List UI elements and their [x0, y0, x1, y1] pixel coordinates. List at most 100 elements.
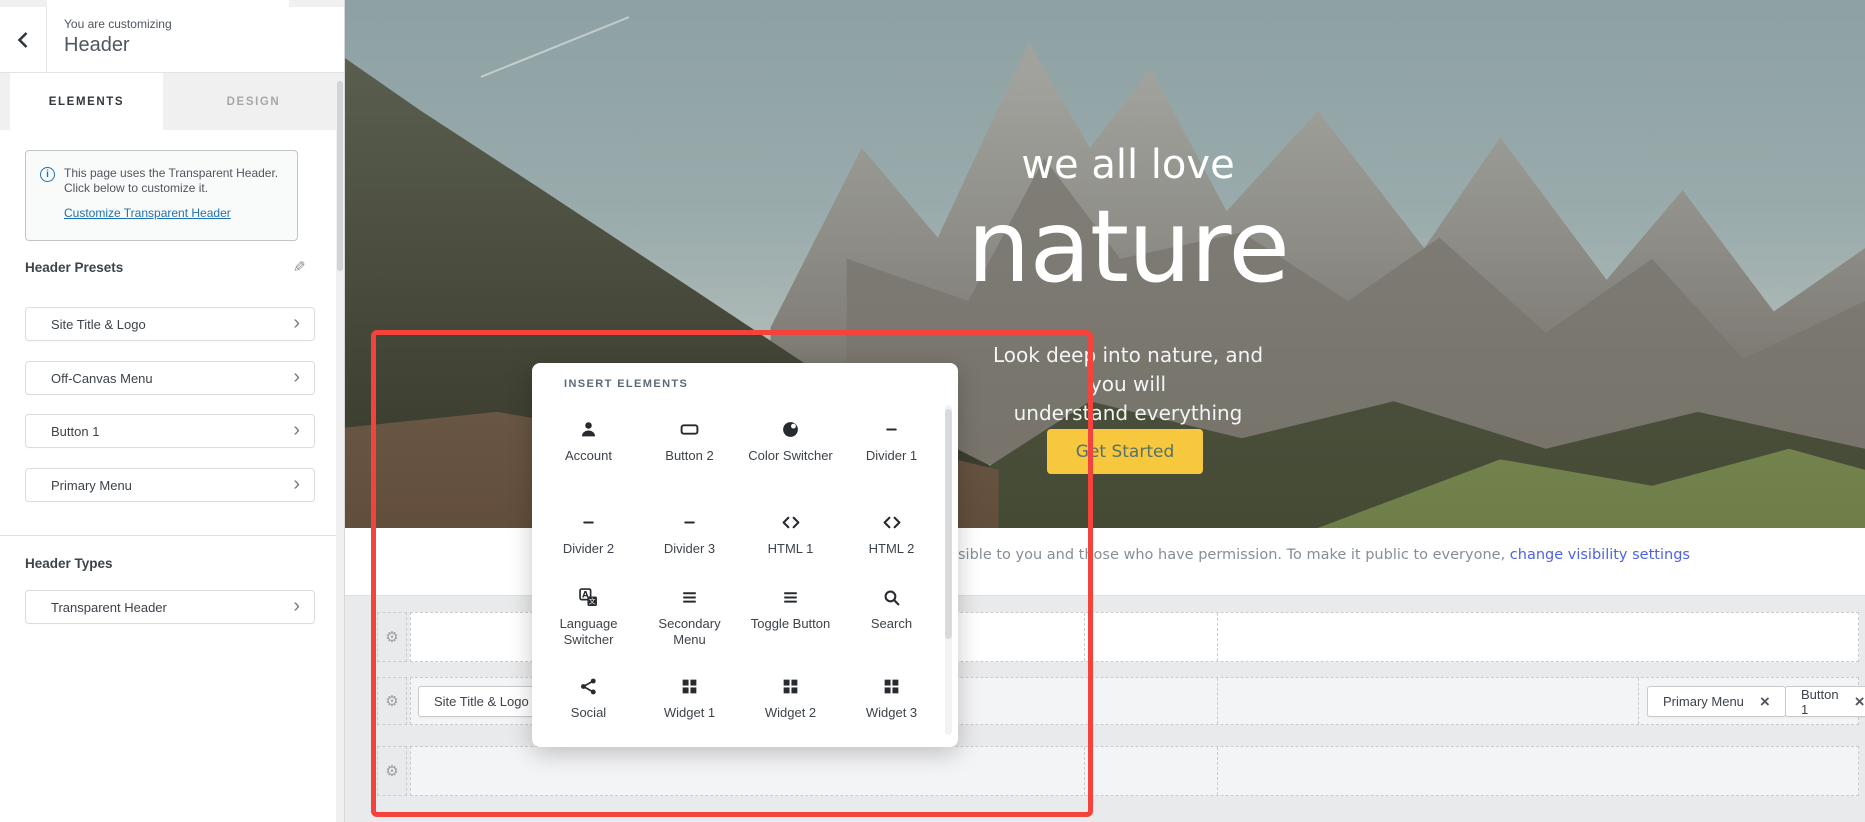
gear-icon: ⚙ — [385, 628, 398, 646]
preset-off-canvas-menu[interactable]: Off-Canvas Menu › — [25, 361, 315, 395]
builder-row-below[interactable] — [410, 746, 1859, 796]
divider-icon — [579, 510, 598, 534]
color-switcher-icon — [781, 417, 800, 441]
type-label: Transparent Header — [51, 600, 167, 615]
preset-primary-menu[interactable]: Primary Menu › — [25, 468, 315, 502]
popup-title: INSERT ELEMENTS — [564, 378, 688, 390]
section-divider — [0, 535, 345, 536]
change-visibility-settings-link[interactable]: change visibility settings — [1510, 547, 1690, 563]
gear-icon: ⚙ — [385, 692, 398, 710]
element-toggle-button[interactable]: Toggle Button — [740, 575, 841, 664]
element-widget-2[interactable]: Widget 2 — [740, 664, 841, 738]
chip-primary-menu[interactable]: Primary Menu × — [1647, 686, 1786, 717]
hero-title-line2: nature — [828, 188, 1428, 305]
tab-bar: ELEMENTS DESIGN — [0, 73, 344, 130]
divider-icon — [882, 417, 901, 441]
share-icon — [579, 674, 598, 698]
scrollbar-thumb[interactable] — [945, 409, 952, 639]
hero-subtitle-line1: Look deep into nature, and you will — [993, 343, 1263, 396]
element-color-switcher[interactable]: Color Switcher — [740, 407, 841, 500]
visibility-notice: sible to you and those who have permissi… — [958, 547, 1690, 563]
zone-divider — [1217, 613, 1218, 661]
menu-icon — [680, 585, 699, 609]
tab-elements[interactable]: ELEMENTS — [10, 73, 163, 130]
element-search[interactable]: Search — [841, 575, 942, 664]
element-button-2[interactable]: Button 2 — [639, 407, 740, 500]
preset-label: Primary Menu — [51, 478, 132, 493]
element-language-switcher[interactable]: A文 Language Switcher — [538, 575, 639, 664]
remove-icon[interactable]: × — [1760, 693, 1770, 710]
customizer-root: You are customizing Header ELEMENTS DESI… — [0, 0, 1865, 822]
chip-label: Primary Menu — [1663, 694, 1744, 709]
type-transparent-header[interactable]: Transparent Header › — [25, 590, 315, 624]
customize-transparent-header-link[interactable]: Customize Transparent Header — [64, 206, 231, 220]
gear-icon: ⚙ — [385, 762, 398, 780]
html-icon — [882, 510, 902, 534]
chevron-right-icon: › — [293, 596, 300, 616]
notice-text: This page uses the Transparent Header. C… — [64, 166, 283, 196]
element-widget-1[interactable]: Widget 1 — [639, 664, 740, 738]
chip-site-title-logo[interactable]: Site Title & Logo — [418, 686, 545, 717]
insert-elements-popup: INSERT ELEMENTS Account Button 2 Color S… — [532, 363, 958, 747]
widget-icon — [781, 674, 800, 698]
button-icon — [680, 417, 699, 441]
divider-icon — [680, 510, 699, 534]
top-strip — [0, 0, 344, 7]
element-social[interactable]: Social — [538, 664, 639, 738]
zone-divider — [1638, 678, 1639, 724]
row-settings-button-above[interactable]: ⚙ — [377, 612, 407, 662]
widget-icon — [680, 674, 699, 698]
header-presets-heading-row: Header Presets ✎ — [25, 258, 306, 276]
chip-label: Site Title & Logo — [434, 694, 529, 709]
chevron-right-icon: › — [293, 313, 300, 333]
zone-divider — [1217, 678, 1218, 724]
remove-icon[interactable]: × — [1855, 693, 1865, 710]
element-divider-3[interactable]: Divider 3 — [639, 500, 740, 575]
search-icon — [882, 585, 901, 609]
chevron-right-icon: › — [293, 474, 300, 494]
tab-design[interactable]: DESIGN — [163, 73, 344, 130]
preset-button-1[interactable]: Button 1 › — [25, 414, 315, 448]
element-widget-3[interactable]: Widget 3 — [841, 664, 942, 738]
preset-label: Site Title & Logo — [51, 317, 146, 332]
preset-label: Button 1 — [51, 424, 99, 439]
chevron-right-icon: › — [293, 367, 300, 387]
preset-site-title-logo[interactable]: Site Title & Logo › — [25, 307, 315, 341]
popup-scrollbar[interactable] — [945, 405, 952, 735]
element-account[interactable]: Account — [538, 407, 639, 500]
row-settings-button-below[interactable]: ⚙ — [377, 746, 407, 796]
widget-icon — [882, 674, 901, 698]
account-icon — [579, 417, 598, 441]
back-button[interactable] — [0, 7, 47, 72]
hero-title-line1: we all love — [978, 142, 1278, 188]
zone-divider — [1217, 747, 1218, 795]
row-settings-button-primary[interactable]: ⚙ — [377, 677, 407, 725]
element-divider-2[interactable]: Divider 2 — [538, 500, 639, 575]
panel-title: Header — [64, 34, 172, 57]
transparent-header-notice: i This page uses the Transparent Header.… — [25, 150, 298, 241]
element-html-2[interactable]: HTML 2 — [841, 500, 942, 575]
element-divider-1[interactable]: Divider 1 — [841, 407, 942, 500]
element-secondary-menu[interactable]: Secondary Menu — [639, 575, 740, 664]
header-types-heading-row: Header Types — [25, 556, 306, 571]
insert-elements-grid: Account Button 2 Color Switcher Divider … — [538, 407, 944, 738]
sidebar-scrollbar[interactable] — [336, 73, 344, 822]
preset-label: Off-Canvas Menu — [51, 371, 153, 386]
customizing-label: You are customizing — [64, 17, 172, 31]
scrollbar-thumb[interactable] — [337, 81, 343, 271]
info-icon: i — [40, 167, 55, 182]
edit-presets-icon[interactable]: ✎ — [293, 258, 306, 276]
chip-button-1[interactable]: Button 1 × — [1785, 686, 1865, 717]
svg-text:文: 文 — [589, 596, 596, 605]
chevron-right-icon: › — [293, 420, 300, 440]
toggle-icon — [781, 585, 800, 609]
get-started-button[interactable]: Get Started — [1047, 429, 1203, 474]
visibility-notice-text: sible to you and those who have permissi… — [958, 547, 1510, 563]
header-presets-heading: Header Presets — [25, 260, 123, 275]
language-switcher-icon: A文 — [579, 585, 598, 609]
chip-label: Button 1 — [1801, 687, 1839, 717]
html-icon — [781, 510, 801, 534]
header-types-heading: Header Types — [25, 556, 113, 571]
zone-divider — [1084, 613, 1085, 661]
element-html-1[interactable]: HTML 1 — [740, 500, 841, 575]
